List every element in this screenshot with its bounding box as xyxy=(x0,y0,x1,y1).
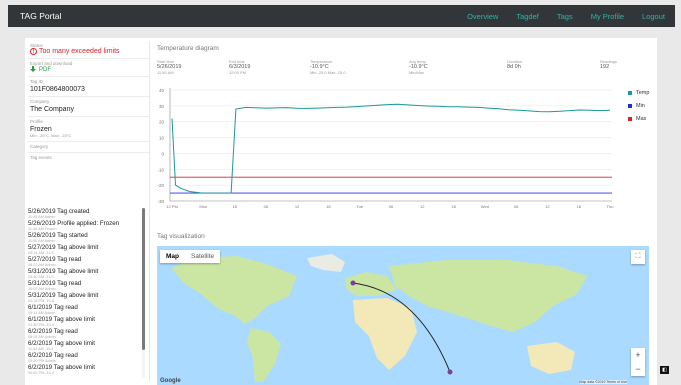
start-marker[interactable] xyxy=(350,280,356,286)
x-tick-label: 18 xyxy=(232,204,237,209)
chart-legend: Temp Min Max xyxy=(628,90,649,129)
map-title: Tag visualization xyxy=(157,233,205,240)
legend-label: Max xyxy=(636,116,647,122)
tab-satellite[interactable]: Satellite xyxy=(185,250,220,263)
x-tick-label: 06 xyxy=(264,204,269,209)
legend-swatch xyxy=(628,104,632,108)
tab-map[interactable]: Map xyxy=(160,250,185,263)
y-tick-label: -30 xyxy=(157,199,164,204)
y-tick-label: -10 xyxy=(157,167,164,172)
world-map xyxy=(157,246,649,385)
x-tick-label: Tue xyxy=(356,204,364,209)
zoom-in-button[interactable]: + xyxy=(631,348,645,362)
x-tick-label: 06 xyxy=(389,204,394,209)
legend-label: Min xyxy=(636,103,645,109)
x-tick-label: Mon xyxy=(199,204,207,209)
temperature-series-line xyxy=(171,103,611,194)
map-attribution[interactable]: Map data ©2019 Terms of Use xyxy=(579,380,627,384)
y-tick-label: -20 xyxy=(157,183,164,188)
x-tick-label: 18 xyxy=(576,204,581,209)
y-tick-label: 10 xyxy=(159,136,165,141)
legend-item[interactable]: Min xyxy=(628,103,649,109)
y-tick-label: 20 xyxy=(159,120,165,125)
x-tick-label: Thu xyxy=(607,204,614,209)
x-tick-label: 12 xyxy=(420,204,425,209)
x-tick-label: 12 xyxy=(295,204,300,209)
google-logo: Google xyxy=(160,378,181,384)
legend-swatch xyxy=(628,91,632,95)
legend-swatch xyxy=(628,117,632,121)
map-view[interactable]: Map Satellite ⛶ + − Google Map data ©201… xyxy=(157,246,649,385)
x-tick-label: Wed xyxy=(481,204,489,209)
x-tick-label: 12 xyxy=(545,204,550,209)
y-tick-label: 30 xyxy=(159,104,165,109)
y-tick-label: 0 xyxy=(161,151,164,156)
legend-item[interactable]: Temp xyxy=(628,90,649,96)
map-type-tabs: Map Satellite xyxy=(160,250,221,263)
x-tick-label: 12 PM xyxy=(166,204,178,209)
legend-label: Temp xyxy=(636,90,650,96)
side-panel-toggle[interactable]: ◧ xyxy=(660,366,669,374)
legend-item[interactable]: Max xyxy=(628,116,649,122)
x-tick-label: 18 xyxy=(326,204,331,209)
x-tick-label: 18 xyxy=(451,204,456,209)
zoom-out-button[interactable]: − xyxy=(631,362,645,376)
x-tick-label: 06 xyxy=(514,204,519,209)
fullscreen-button[interactable]: ⛶ xyxy=(631,250,645,264)
y-tick-label: 40 xyxy=(159,88,165,93)
zoom-control: + − xyxy=(631,348,645,376)
end-marker[interactable] xyxy=(447,369,453,375)
